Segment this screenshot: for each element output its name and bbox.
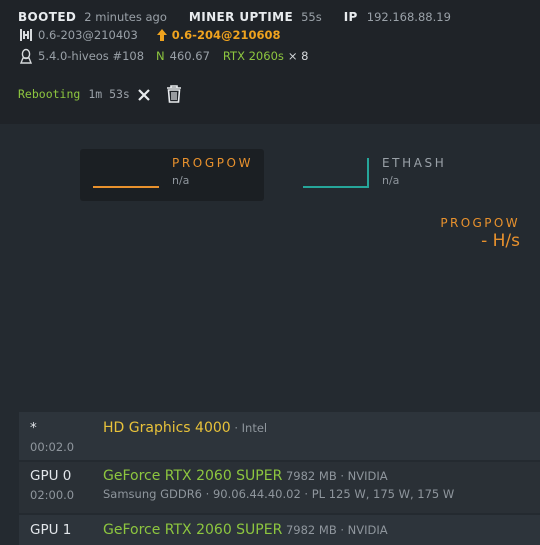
gpu-row[interactable]: * 00:02.0 HD Graphics 4000 · Intel: [19, 412, 540, 460]
gpu-name: GeForce RTX 2060 SUPER: [103, 468, 283, 484]
uptime-label: MINER UPTIME: [188, 10, 294, 24]
gpu-name-line: GeForce RTX 2060 SUPER 7982 MB · NVIDIA: [103, 522, 388, 538]
algo-value-ethash: n/a: [382, 174, 400, 187]
update-version-link[interactable]: 0.6-204@210608: [172, 28, 281, 42]
system-line: 5.4.0-hiveos #108 N 460.67 RTX 2060s × 8: [18, 48, 309, 64]
gpu-bus-id: 02:00.0: [30, 488, 75, 502]
close-icon[interactable]: [137, 87, 151, 101]
algo-underline-ethash: [303, 186, 369, 188]
gpu-details: Samsung GDDR6 · 90.06.44.40.02 · PL 125 …: [103, 487, 455, 501]
gpu-row[interactable]: GPU 0 02:00.0 GeForce RTX 2060 SUPER 798…: [19, 462, 540, 513]
status-line: BOOTED 2 minutes ago MINER UPTIME 55s IP…: [18, 10, 451, 24]
booted-value: 2 minutes ago: [84, 10, 167, 24]
hive-version: 0.6-203@210403: [38, 28, 138, 42]
uptime-value: 55s: [301, 10, 322, 24]
gpu-name-line: GeForce RTX 2060 SUPER 7982 MB · NVIDIA: [103, 468, 388, 484]
gpu-slot: GPU 0: [30, 468, 72, 484]
ip-value[interactable]: 192.168.88.19: [367, 10, 451, 24]
algo-value-progpow: n/a: [172, 174, 190, 187]
algo-name-ethash: ETHASH: [382, 156, 447, 170]
reboot-status: Rebooting 1m 53s: [18, 84, 183, 104]
gpu-name: HD Graphics 4000: [103, 420, 231, 436]
gpu-vendor: · Intel: [230, 421, 268, 435]
gpu-memory-vendor: 7982 MB · NVIDIA: [282, 523, 388, 537]
algo-underline-progpow: [93, 186, 159, 188]
hashrate-value: - H/s: [481, 231, 520, 251]
gpu-row[interactable]: GPU 1 GeForce RTX 2060 SUPER 7982 MB · N…: [19, 515, 540, 545]
nvidia-prefix: N: [156, 49, 165, 63]
hashrate-panel: PROGPOW - H/s: [440, 216, 520, 251]
kernel-version: 5.4.0-hiveos #108: [38, 49, 145, 63]
reboot-text: Rebooting: [18, 87, 81, 101]
gpu-name: GeForce RTX 2060 SUPER: [103, 522, 283, 538]
algo-name-progpow: PROGPOW: [172, 156, 254, 170]
gpu-slot: *: [30, 420, 37, 436]
nvidia-driver: 460.67: [169, 49, 210, 63]
trash-icon[interactable]: [165, 84, 183, 104]
arrow-up-icon: [154, 27, 170, 43]
hive-logo-icon: [18, 27, 34, 43]
worker-status-header: BOOTED 2 minutes ago MINER UPTIME 55s IP…: [0, 0, 540, 124]
hashrate-algo: PROGPOW: [440, 216, 520, 230]
reboot-timer: 1m 53s: [88, 87, 130, 101]
gpu-bus-id: 00:02.0: [30, 440, 75, 454]
version-line: 0.6-203@210403 0.6-204@210608: [18, 27, 280, 43]
linux-tux-icon: [18, 48, 34, 64]
algo-tab-progpow[interactable]: PROGPOW n/a: [80, 149, 264, 201]
gpu-slot: GPU 1: [30, 522, 72, 538]
booted-label: BOOTED: [18, 10, 77, 24]
gpu-summary: RTX 2060s: [222, 49, 284, 63]
algo-tab-ethash[interactable]: ETHASH n/a: [300, 149, 484, 201]
ip-label: IP: [343, 10, 358, 24]
gpu-count: × 8: [287, 49, 309, 63]
gpu-name-line: HD Graphics 4000 · Intel: [103, 420, 267, 436]
gpu-memory-vendor: 7982 MB · NVIDIA: [282, 469, 388, 483]
algo-divider: [367, 158, 369, 188]
